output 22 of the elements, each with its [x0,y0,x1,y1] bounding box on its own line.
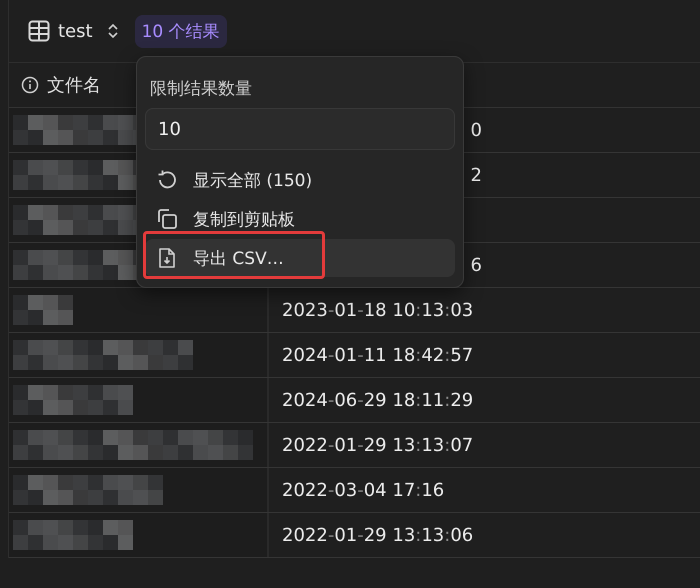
date-cell: 2022-03-04 17:16 [282,480,444,500]
redacted-filename-drawing [13,295,73,325]
copy-icon [155,207,179,231]
date-cell: 2022-01-29 13:13:07 [282,434,474,456]
chevron-updown-icon[interactable] [106,22,119,40]
menu-item[interactable]: 显示全部 (150) [145,161,455,199]
date-cell: 2024-06-29 18:11:29 [282,390,474,410]
date-cell: 6 [470,254,482,276]
column-label: 文件名 [47,74,101,97]
date-cell: 0 [470,120,482,140]
table-name: test [58,20,93,42]
date-cell: 2 [470,164,482,186]
date-cell: 2024-01-11 18:42:57 [282,344,474,366]
limit-input-field[interactable]: 10 [145,108,455,150]
result-count-button[interactable]: 10 个结果 [134,14,227,48]
date-cell: 2022-01-29 13:13:06 [282,524,474,546]
menu-item[interactable]: 导出 CSV… [145,239,455,277]
menu-item[interactable]: 复制到剪贴板 [145,200,455,238]
table-icon [28,20,50,42]
info-icon [21,76,39,94]
popover-title: 限制结果数量 [149,78,253,100]
date-cell: 2023-01-18 10:13:03 [282,300,474,320]
